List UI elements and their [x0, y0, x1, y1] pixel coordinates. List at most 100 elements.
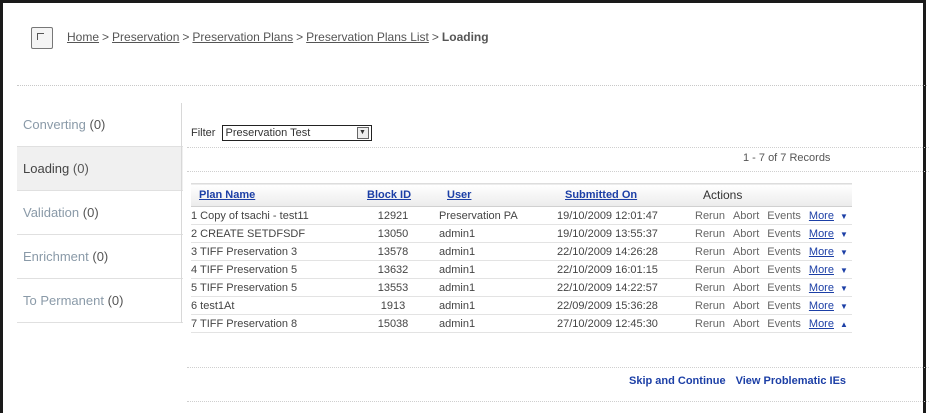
app-frame: Home > Preservation > Preservation Plans > Pre… — [0, 0, 929, 413]
more-link[interactable]: More — [809, 246, 834, 258]
sidebar-item-label: Converting — [23, 117, 86, 132]
table-row: 3 TIFF Preservation 3 13578 admin1 22/10/20… — [191, 243, 852, 261]
more-menu[interactable]: More ▼ — [809, 207, 852, 225]
user-cell: admin1 — [439, 263, 476, 276]
events-link[interactable]: Events — [767, 279, 809, 297]
sidebar-item-label: To Permanent — [23, 293, 104, 308]
column-header-actions: Actions — [703, 188, 743, 202]
footer-actions: Skip and Continue View Problematic IEs — [629, 375, 846, 387]
rerun-link[interactable]: Rerun — [695, 207, 733, 225]
rerun-link[interactable]: Rerun — [695, 225, 733, 243]
rerun-link[interactable]: Rerun — [695, 315, 733, 333]
chevron-down-icon[interactable]: ▼ — [356, 127, 369, 139]
breadcrumb-current: Loading — [441, 30, 489, 44]
abort-link[interactable]: Abort — [733, 297, 767, 315]
sidebar-item-label: Validation — [23, 205, 80, 220]
stage-sidebar: Converting (0) Loading (0) Validation (0… — [17, 103, 183, 323]
breadcrumb-home[interactable]: Home — [67, 30, 99, 44]
caret-down-icon[interactable]: ▼ — [840, 266, 848, 275]
more-menu[interactable]: More ▼ — [809, 225, 852, 243]
rerun-link[interactable]: Rerun — [695, 279, 733, 297]
more-link[interactable]: More — [809, 282, 834, 294]
plan-name-cell: 2 CREATE SETDFSDF — [191, 227, 306, 240]
user-cell: admin1 — [439, 317, 476, 330]
events-link[interactable]: Events — [767, 315, 809, 333]
user-cell: admin1 — [439, 245, 476, 258]
submitted-on-cell: 19/10/2009 12:01:47 — [557, 209, 658, 222]
more-link[interactable]: More — [809, 210, 834, 222]
caret-down-icon[interactable]: ▼ — [840, 284, 848, 293]
abort-link[interactable]: Abort — [733, 225, 767, 243]
block-id-cell: 13632 — [377, 263, 409, 276]
breadcrumb-preservation[interactable]: Preservation — [112, 30, 179, 44]
abort-link[interactable]: Abort — [733, 261, 767, 279]
more-link[interactable]: More — [809, 264, 834, 276]
more-menu[interactable]: More ▼ — [809, 279, 852, 297]
sort-plan-name-link[interactable]: Plan Name — [199, 189, 255, 201]
plan-name-cell: 1 Copy of tsachi - test11 — [191, 209, 309, 222]
rerun-link[interactable]: Rerun — [695, 261, 733, 279]
plan-name-cell: 5 TIFF Preservation 5 — [191, 281, 298, 294]
table-row: 2 CREATE SETDFSDF 13050 admin1 19/10/2009 1… — [191, 225, 852, 243]
plan-name-cell: 4 TIFF Preservation 5 — [191, 263, 298, 276]
sidebar-item-count: (0) — [92, 249, 109, 264]
more-link[interactable]: More — [809, 228, 834, 240]
block-id-cell: 13553 — [377, 281, 409, 294]
sidebar-item-loading[interactable]: Loading (0) — [17, 147, 183, 191]
abort-link[interactable]: Abort — [733, 243, 767, 261]
table-row: 5 TIFF Preservation 5 13553 admin1 22/10/20… — [191, 279, 852, 297]
filter-select[interactable]: Preservation Test ▼ — [221, 125, 372, 141]
table-row: 6 test1At 1913 admin1 22/09/2009 15:36:28 Re… — [191, 297, 852, 315]
events-link[interactable]: Events — [767, 261, 809, 279]
column-header-user: User — [439, 184, 557, 207]
sort-block-id-link[interactable]: Block ID — [367, 189, 411, 201]
sidebar-item-converting[interactable]: Converting (0) — [17, 103, 183, 147]
caret-down-icon[interactable]: ▼ — [840, 230, 848, 239]
caret-down-icon[interactable]: ▼ — [840, 302, 848, 311]
sidebar-item-enrichment[interactable]: Enrichment (0) — [17, 235, 183, 279]
rerun-link[interactable]: Rerun — [695, 243, 733, 261]
sidebar-item-label: Loading — [23, 161, 70, 176]
sidebar-item-label: Enrichment — [23, 249, 89, 264]
events-link[interactable]: Events — [767, 297, 809, 315]
events-link[interactable]: Events — [767, 225, 809, 243]
breadcrumb: Home > Preservation > Preservation Plans > Pre… — [67, 30, 489, 44]
caret-down-icon[interactable]: ▼ — [840, 212, 848, 221]
sidebar-item-count: (0) — [82, 205, 99, 220]
abort-link[interactable]: Abort — [733, 315, 767, 333]
events-link[interactable]: Events — [767, 207, 809, 225]
sort-user-link[interactable]: User — [447, 189, 471, 201]
filter-row: Filter Preservation Test ▼ — [191, 125, 372, 141]
page-header: Home > Preservation > Preservation Plans > Pre… — [17, 23, 917, 75]
block-id-cell: 15038 — [377, 317, 409, 330]
user-cell: admin1 — [439, 227, 476, 240]
events-link[interactable]: Events — [767, 243, 809, 261]
more-menu[interactable]: More ▼ — [809, 261, 852, 279]
sidebar-divider — [181, 103, 182, 323]
caret-up-icon[interactable]: ▲ — [840, 320, 848, 329]
column-header-submitted-on: Submitted On — [557, 184, 695, 207]
table-row: 1 Copy of tsachi - test11 12921 Preservati… — [191, 207, 852, 225]
rerun-link[interactable]: Rerun — [695, 297, 733, 315]
more-menu[interactable]: More ▲ — [809, 315, 852, 333]
table-row: 4 TIFF Preservation 5 13632 admin1 22/10/20… — [191, 261, 852, 279]
more-menu[interactable]: More ▼ — [809, 297, 852, 315]
records-count: 1 - 7 of 7 Records — [743, 152, 831, 164]
sidebar-item-validation[interactable]: Validation (0) — [17, 191, 183, 235]
more-link[interactable]: More — [809, 318, 834, 330]
view-problematic-ies-link[interactable]: View Problematic IEs — [736, 375, 846, 387]
abort-link[interactable]: Abort — [733, 207, 767, 225]
submitted-on-cell: 22/10/2009 14:26:28 — [557, 245, 658, 258]
caret-down-icon[interactable]: ▼ — [840, 248, 848, 257]
abort-link[interactable]: Abort — [733, 279, 767, 297]
skip-and-continue-link[interactable]: Skip and Continue — [629, 375, 726, 387]
plan-name-cell: 6 test1At — [191, 299, 235, 312]
sidebar-item-to-permanent[interactable]: To Permanent (0) — [17, 279, 183, 323]
breadcrumb-plans-list[interactable]: Preservation Plans List — [306, 30, 429, 44]
filter-divider — [187, 147, 929, 148]
more-menu[interactable]: More ▼ — [809, 243, 852, 261]
more-link[interactable]: More — [809, 300, 834, 312]
sort-submitted-on-link[interactable]: Submitted On — [565, 189, 637, 201]
breadcrumb-preservation-plans[interactable]: Preservation Plans — [192, 30, 293, 44]
header-divider — [17, 85, 927, 86]
